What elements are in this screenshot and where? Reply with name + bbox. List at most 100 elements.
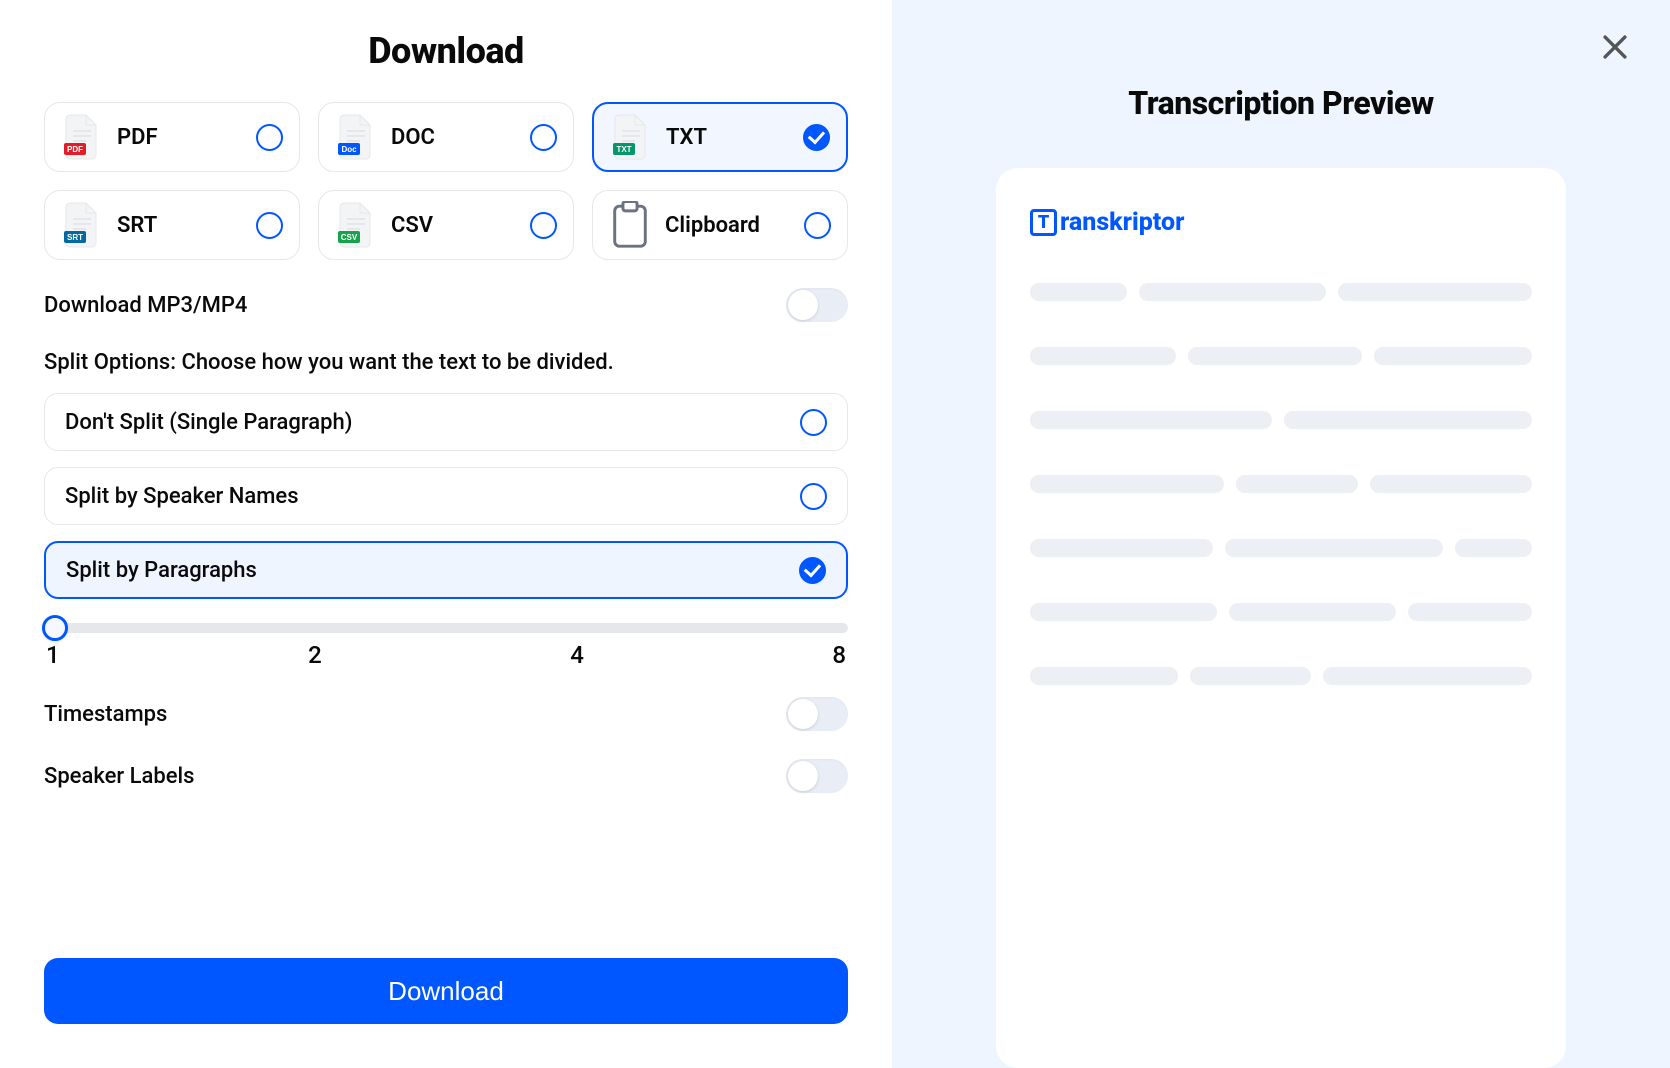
- skeleton-row: [1030, 603, 1532, 621]
- format-option-pdf[interactable]: PDF PDF: [44, 102, 300, 172]
- close-icon[interactable]: [1598, 30, 1632, 64]
- skeleton-bar: [1030, 411, 1272, 429]
- split-option-label: Don't Split (Single Paragraph): [65, 410, 352, 435]
- split-section-label: Split Options: Choose how you want the t…: [44, 350, 848, 375]
- file-icon: SRT: [62, 201, 102, 249]
- split-option-2[interactable]: Split by Paragraphs: [44, 541, 848, 599]
- skeleton-row: [1030, 539, 1532, 557]
- file-csv-icon: CSV: [335, 204, 377, 246]
- slider-tick: 4: [570, 641, 584, 669]
- file-pdf-icon: PDF: [61, 116, 103, 158]
- skeleton-bar: [1030, 347, 1176, 365]
- skeleton-bar: [1190, 667, 1312, 685]
- split-option-label: Split by Speaker Names: [65, 484, 299, 509]
- skeleton-bar: [1374, 347, 1532, 365]
- brand-text: ranskriptor: [1060, 208, 1184, 237]
- format-option-clipboard[interactable]: Clipboard: [592, 190, 848, 260]
- preview-panel: Transcription Preview Transkriptor: [892, 0, 1670, 1068]
- skeleton-bar: [1455, 539, 1532, 557]
- svg-text:TXT: TXT: [616, 145, 631, 154]
- radio-indicator: [530, 124, 557, 151]
- file-txt-icon: TXT: [610, 116, 652, 158]
- skeleton-bar: [1338, 283, 1532, 301]
- timestamps-row: Timestamps: [44, 697, 848, 731]
- format-label: Clipboard: [665, 213, 790, 238]
- svg-text:CSV: CSV: [341, 233, 358, 242]
- download-button[interactable]: Download: [44, 958, 848, 1024]
- slider-thumb[interactable]: [42, 615, 68, 641]
- skeleton-bar: [1236, 475, 1358, 493]
- skeleton-bar: [1229, 603, 1396, 621]
- svg-text:PDF: PDF: [67, 145, 83, 154]
- skeleton-bar: [1323, 667, 1532, 685]
- format-option-txt[interactable]: TXT TXT: [592, 102, 848, 172]
- speaker-labels-toggle[interactable]: [786, 759, 848, 793]
- skeleton-bar: [1030, 539, 1213, 557]
- split-option-list: Don't Split (Single Paragraph) Split by …: [44, 393, 848, 599]
- slider-tick: 8: [832, 641, 846, 669]
- radio-indicator: [799, 557, 826, 584]
- radio-indicator: [256, 212, 283, 239]
- format-label: SRT: [117, 213, 242, 238]
- preview-title: Transcription Preview: [1128, 84, 1433, 122]
- format-label: PDF: [117, 125, 242, 150]
- format-option-srt[interactable]: SRT SRT: [44, 190, 300, 260]
- skeleton-bar: [1188, 347, 1362, 365]
- radio-indicator: [800, 483, 827, 510]
- slider-tick: 1: [46, 641, 60, 669]
- format-option-csv[interactable]: CSV CSV: [318, 190, 574, 260]
- brand-logo-box: T: [1030, 209, 1057, 236]
- skeleton-bar: [1030, 667, 1178, 685]
- svg-text:Doc: Doc: [341, 145, 357, 154]
- skeleton-row: [1030, 347, 1532, 365]
- split-option-1[interactable]: Split by Speaker Names: [44, 467, 848, 525]
- skeleton-row: [1030, 411, 1532, 429]
- timestamps-toggle[interactable]: [786, 697, 848, 731]
- radio-indicator: [803, 124, 830, 151]
- mp3-toggle-label: Download MP3/MP4: [44, 293, 247, 318]
- format-label: TXT: [666, 125, 789, 150]
- skeleton-preview: [1030, 283, 1532, 685]
- clipboard-icon: [610, 201, 650, 249]
- skeleton-bar: [1225, 539, 1443, 557]
- format-option-doc[interactable]: Doc DOC: [318, 102, 574, 172]
- brand-logo: Transkriptor: [1030, 208, 1532, 237]
- file-icon: PDF: [62, 113, 102, 161]
- mp3-toggle-row: Download MP3/MP4: [44, 288, 848, 322]
- skeleton-bar: [1030, 475, 1224, 493]
- skeleton-bar: [1030, 283, 1127, 301]
- file-icon: TXT: [611, 113, 651, 161]
- split-option-0[interactable]: Don't Split (Single Paragraph): [44, 393, 848, 451]
- skeleton-row: [1030, 283, 1532, 301]
- radio-indicator: [804, 212, 831, 239]
- skeleton-bar: [1284, 411, 1532, 429]
- skeleton-bar: [1139, 283, 1327, 301]
- radio-indicator: [800, 409, 827, 436]
- download-title: Download: [44, 30, 848, 72]
- skeleton-row: [1030, 667, 1532, 685]
- slider-tick: 2: [308, 641, 322, 669]
- skeleton-bar: [1030, 603, 1217, 621]
- file-icon: Doc: [336, 113, 376, 161]
- preview-card: Transkriptor: [996, 168, 1566, 1068]
- radio-indicator: [256, 124, 283, 151]
- timestamps-label: Timestamps: [44, 702, 167, 727]
- skeleton-bar: [1370, 475, 1532, 493]
- slider-ticks: 1 2 4 8: [44, 641, 848, 669]
- speaker-labels-row: Speaker Labels: [44, 759, 848, 793]
- slider-track[interactable]: [44, 623, 848, 633]
- mp3-toggle[interactable]: [786, 288, 848, 322]
- file-srt-icon: SRT: [61, 204, 103, 246]
- format-grid: PDF PDF Doc DOC TXT TXT SRT SRT: [44, 102, 848, 260]
- file-icon: CSV: [336, 201, 376, 249]
- radio-indicator: [530, 212, 557, 239]
- skeleton-row: [1030, 475, 1532, 493]
- file-doc-icon: Doc: [335, 116, 377, 158]
- clipboard-icon: [609, 204, 651, 246]
- speaker-labels-label: Speaker Labels: [44, 764, 194, 789]
- format-label: CSV: [391, 213, 516, 238]
- format-label: DOC: [391, 125, 516, 150]
- skeleton-bar: [1408, 603, 1532, 621]
- paragraph-slider[interactable]: 1 2 4 8: [44, 615, 848, 669]
- download-panel: Download PDF PDF Doc DOC TXT TXT: [0, 0, 892, 1068]
